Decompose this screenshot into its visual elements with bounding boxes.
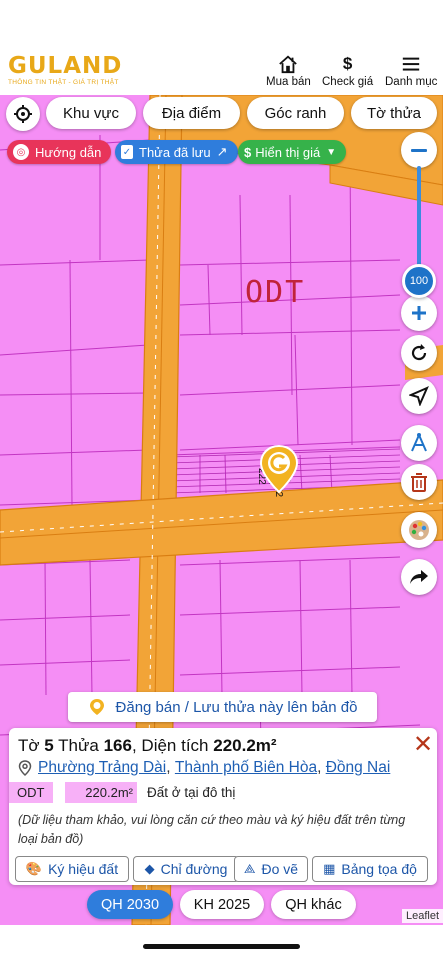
- house-icon: [279, 55, 298, 74]
- chip-dia-diem[interactable]: Địa điểm: [143, 97, 240, 129]
- measure-label: Đo vẽ: [261, 861, 299, 877]
- close-card-button[interactable]: ✕: [413, 730, 433, 759]
- ward-link[interactable]: Phường Trảng Dài: [38, 759, 166, 777]
- palette-small-icon: 🎨: [25, 861, 43, 876]
- tab-kh-2025[interactable]: KH 2025: [180, 890, 264, 919]
- land-legend-button[interactable]: 🎨 Ký hiệu đất: [15, 856, 129, 882]
- tab-qh-khac[interactable]: QH khác: [271, 890, 356, 919]
- chevron-down-icon: ▼: [326, 146, 337, 158]
- show-price-tag[interactable]: $ Hiển thị giá ▼: [238, 140, 347, 164]
- menu-label: Danh mục: [385, 76, 438, 88]
- bookmark-icon: ✓: [121, 145, 133, 159]
- dollar-icon: $: [342, 54, 353, 73]
- guide-label: Hướng dẫn: [35, 144, 102, 160]
- zoom-in-button[interactable]: [401, 295, 437, 331]
- compass-draw-icon: [411, 433, 427, 452]
- saved-plots-tag[interactable]: ✓ Thửa đã lưu ↗: [115, 140, 238, 164]
- share-arrow-icon: [410, 570, 428, 584]
- zone-label: ODT: [245, 275, 306, 310]
- logo-text: GULAND: [8, 53, 123, 79]
- buy-sell-label: Mua bán: [266, 76, 311, 88]
- navigation-arrow-icon: [409, 386, 429, 406]
- guide-tag[interactable]: ◎ Hướng dẫn: [7, 140, 112, 164]
- leaflet-attribution[interactable]: Leaflet: [401, 909, 443, 923]
- dollar-small-icon: $: [244, 144, 252, 160]
- disclaimer-note: (Dữ liệu tham khảo, vui lòng căn cứ theo…: [18, 813, 406, 846]
- locate-button[interactable]: [6, 97, 40, 131]
- refresh-button[interactable]: [401, 335, 437, 371]
- color-palette-button[interactable]: [401, 512, 437, 548]
- crosshair-icon: [14, 105, 32, 123]
- delete-button[interactable]: [401, 464, 437, 500]
- palette-icon: [409, 520, 429, 540]
- coordinate-table-label: Bảng tọa độ: [341, 861, 417, 877]
- directions-button[interactable]: ◆ Chỉ đường: [133, 856, 239, 882]
- saved-plots-label: Thửa đã lưu: [139, 144, 211, 160]
- measure-icon: ⟁: [243, 861, 256, 876]
- land-code: ODT: [9, 782, 53, 803]
- chip-goc-ranh[interactable]: Góc ranh: [247, 97, 344, 129]
- directions-label: Chỉ đường: [160, 861, 228, 877]
- check-price-button[interactable]: $ Check giá: [322, 54, 373, 88]
- show-price-label: Hiển thị giá: [255, 144, 321, 160]
- chip-khu-vuc[interactable]: Khu vực: [46, 97, 136, 129]
- post-listing-banner[interactable]: Đăng bán / Lưu thửa này lên bản đồ: [68, 692, 377, 722]
- minus-icon: [411, 148, 427, 152]
- zoom-slider-handle[interactable]: 100: [402, 264, 436, 298]
- external-link-icon: ↗: [216, 144, 228, 159]
- land-description: Đất ở tại đô thị: [147, 785, 236, 800]
- location-pin-icon[interactable]: [258, 444, 300, 496]
- plus-icon: [412, 306, 426, 320]
- plot-number: 166: [103, 736, 132, 755]
- measure-button[interactable]: ⟁ Đo vẽ: [234, 856, 308, 882]
- land-use-row: ODT 220.2m² Đất ở tại đô thị: [9, 782, 235, 803]
- sheet-number: 5: [44, 736, 54, 755]
- chip-to-thua[interactable]: Tờ thửa: [351, 97, 437, 129]
- area-value: 220.2m²: [213, 736, 277, 755]
- map-marker-icon: [18, 760, 32, 776]
- close-icon: ✕: [413, 731, 434, 758]
- post-listing-label: Đăng bán / Lưu thửa này lên bản đồ: [115, 698, 358, 716]
- buy-sell-button[interactable]: Mua bán: [266, 54, 311, 88]
- navigate-button[interactable]: [401, 378, 437, 414]
- share-button[interactable]: [401, 559, 437, 595]
- zoom-out-button[interactable]: [401, 132, 437, 168]
- area-prefix: , Diện tích: [131, 736, 209, 755]
- guland-logo[interactable]: GULAND THÔNG TIN THẬT - GIÁ TRỊ THẬT: [8, 54, 122, 86]
- land-legend-label: Ký hiệu đất: [48, 861, 119, 877]
- measure-tool-button[interactable]: [401, 425, 437, 461]
- menu-button[interactable]: Danh mục: [385, 54, 437, 88]
- zoom-slider-track[interactable]: [417, 166, 421, 266]
- trash-icon: [411, 473, 427, 492]
- directions-icon: ◆: [144, 861, 155, 876]
- guland-pin-icon: [89, 699, 104, 715]
- app-header: GULAND THÔNG TIN THẬT - GIÁ TRỊ THẬT Mua…: [0, 0, 443, 95]
- check-price-label: Check giá: [322, 76, 374, 88]
- logo-tagline: THÔNG TIN THẬT - GIÁ TRỊ THẬT: [8, 79, 119, 86]
- sheet-prefix: Tờ: [18, 736, 40, 755]
- parcel-info-card: Tờ 5 Thửa 166, Diện tích 220.2m² ✕ Phườn…: [9, 728, 437, 885]
- guide-icon: ◎: [13, 144, 29, 160]
- menu-icon: [403, 57, 420, 71]
- home-indicator[interactable]: [143, 944, 300, 949]
- city-link[interactable]: Thành phố Biên Hòa: [175, 759, 317, 777]
- plot-prefix: Thửa: [58, 736, 99, 755]
- tab-qh-2030[interactable]: QH 2030: [87, 890, 173, 919]
- land-area: 220.2m²: [65, 782, 137, 803]
- refresh-icon: [411, 344, 427, 361]
- table-icon: ▦: [323, 861, 336, 876]
- province-link[interactable]: Đồng Nai: [326, 759, 391, 777]
- parcel-title: Tờ 5 Thửa 166, Diện tích 220.2m²: [18, 736, 277, 756]
- parcel-address: Phường Trảng Dài, Thành phố Biên Hòa, Đồ…: [18, 759, 390, 777]
- coordinate-table-button[interactable]: ▦ Bảng tọa độ: [312, 856, 428, 882]
